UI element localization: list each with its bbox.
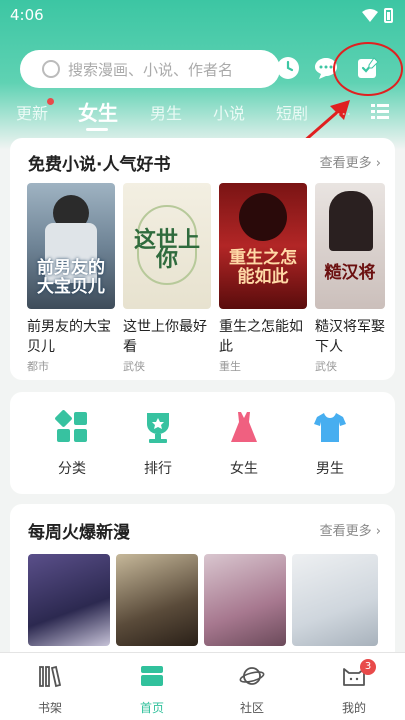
comic-cover[interactable] (292, 554, 378, 646)
book-title: 前男友的大宝贝儿 (27, 319, 111, 355)
see-more-link[interactable]: 查看更多 › (320, 152, 381, 171)
book-tag: 武侠 (315, 360, 337, 373)
category-label: 女生 (230, 461, 258, 477)
dress-icon (231, 412, 257, 442)
search-icon (42, 60, 60, 78)
tab-more[interactable]: ... (336, 100, 351, 119)
category-male[interactable]: 男生 (300, 410, 360, 478)
book-title: 这世上你最好看 (123, 319, 207, 355)
quick-categories: 分类 排行 女生 男生 (10, 392, 395, 494)
tab-updates[interactable]: 更新 (16, 100, 48, 124)
clock-icon[interactable] (276, 56, 300, 80)
free-novels-section: 免费小说·人气好书 查看更多 › 前男友的大宝贝儿 前男友的大宝贝儿 都市 这世… (10, 138, 395, 380)
comic-cover[interactable] (28, 554, 110, 646)
annotation-circle (333, 42, 403, 96)
wifi-icon (362, 9, 378, 22)
search-bar[interactable]: 搜索漫画、小说、作者名 (20, 50, 280, 88)
book-title: 重生之怎能如此 (219, 319, 303, 355)
section-title: 免费小说·人气好书 (28, 155, 171, 175)
bookshelf-icon (39, 665, 62, 688)
nav-home[interactable]: 首页 (122, 663, 182, 716)
nav-label: 社区 (239, 701, 264, 715)
cover-text: 前男友的大宝贝儿 (37, 258, 105, 297)
book-card[interactable]: 这世上你 这世上你最好看 武侠 (123, 183, 211, 374)
tab-male[interactable]: 男生 (150, 100, 182, 124)
category-label: 分类 (58, 461, 86, 477)
nav-label: 首页 (139, 701, 164, 715)
cover-text: 糙汉将 (324, 263, 376, 283)
book-title: 糙汉将军娶下人 (315, 319, 385, 355)
category-classify[interactable]: 分类 (42, 410, 102, 478)
bottom-navigation: 书架 首页 社区 3 我的 (0, 652, 405, 720)
category-label: 男生 (316, 461, 344, 477)
book-cover: 这世上你 (123, 183, 211, 309)
grid-icon (55, 410, 87, 442)
update-dot (47, 98, 54, 105)
category-ranking[interactable]: 排行 (128, 410, 188, 478)
nav-bookshelf[interactable]: 书架 (20, 663, 80, 716)
see-more-link[interactable]: 查看更多 › (320, 520, 381, 539)
tab-female[interactable]: 女生 (78, 97, 118, 126)
nav-profile[interactable]: 3 我的 (324, 659, 384, 716)
planet-icon (239, 667, 265, 685)
see-more-label: 查看更多 (319, 524, 372, 539)
category-female[interactable]: 女生 (214, 410, 274, 478)
trophy-icon (147, 413, 169, 443)
category-tabs: 更新 女生 男生 小说 短剧 ... (0, 98, 405, 134)
book-tag: 武侠 (123, 360, 145, 373)
menu-icon[interactable] (371, 104, 389, 120)
comic-cover[interactable] (116, 554, 198, 646)
section-title: 每周火爆新漫 (28, 523, 130, 543)
status-time: 4:06 (10, 6, 44, 24)
nav-community[interactable]: 社区 (222, 663, 282, 716)
book-card[interactable]: 糙汉将 糙汉将军娶下人 武侠 (315, 183, 385, 374)
home-icon (141, 666, 163, 686)
book-cover: 糙汉将 (315, 183, 385, 309)
nav-label: 书架 (37, 701, 62, 715)
status-icons (362, 8, 393, 23)
category-label: 排行 (144, 461, 172, 477)
book-cover: 前男友的大宝贝儿 (27, 183, 115, 309)
cover-text: 重生之怎能如此 (229, 248, 297, 287)
nav-label: 我的 (341, 701, 366, 715)
book-tag: 重生 (219, 360, 241, 373)
status-bar: 4:06 (0, 0, 405, 30)
book-card[interactable]: 重生之怎能如此 重生之怎能如此 重生 (219, 183, 307, 374)
book-tag: 都市 (27, 360, 49, 373)
book-cover: 重生之怎能如此 (219, 183, 307, 309)
notification-badge: 3 (360, 659, 376, 675)
tshirt-icon (314, 413, 346, 442)
see-more-label: 查看更多 (319, 156, 372, 171)
active-tab-indicator (86, 128, 108, 131)
book-card[interactable]: 前男友的大宝贝儿 前男友的大宝贝儿 都市 (27, 183, 115, 374)
tab-novel[interactable]: 小说 (213, 100, 245, 124)
cover-text: 这世上你 (133, 227, 200, 272)
weekly-comics-section: 每周火爆新漫 查看更多 › (10, 504, 395, 664)
comic-cover[interactable] (204, 554, 286, 646)
search-placeholder: 搜索漫画、小说、作者名 (68, 60, 234, 79)
battery-icon (384, 8, 393, 23)
tab-short-drama[interactable]: 短剧 (276, 100, 308, 124)
